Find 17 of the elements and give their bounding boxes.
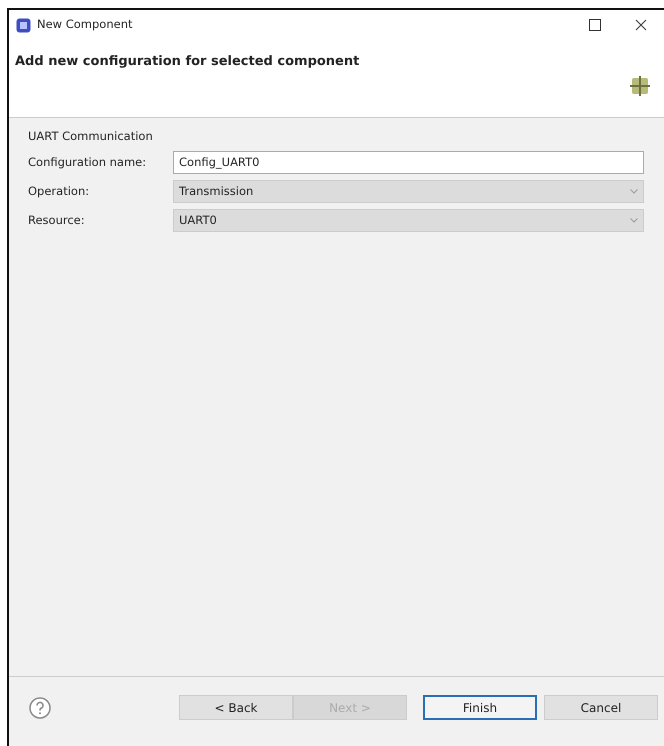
field-label: Configuration name: (28, 154, 148, 172)
maximize-icon[interactable] (589, 19, 601, 31)
window-title: New Component (37, 16, 133, 34)
help-icon[interactable] (29, 696, 51, 718)
field-label: Resource: (28, 212, 86, 230)
group-title: UART Communication (28, 128, 154, 145)
chevron-icon (630, 218, 638, 224)
app-icon (16, 18, 31, 32)
close-icon[interactable] (635, 19, 647, 31)
input-field[interactable]: Config_UART0 (173, 151, 644, 174)
page-title: Add new configuration for selected component (15, 53, 360, 71)
dialog-button[interactable]: < Back (179, 695, 293, 720)
chevron-icon (630, 189, 638, 194)
dialog-button[interactable]: Finish (423, 695, 537, 720)
field-label: Operation: (28, 183, 90, 200)
grid-icon (630, 76, 650, 96)
dialog-button[interactable]: Cancel (544, 695, 658, 720)
